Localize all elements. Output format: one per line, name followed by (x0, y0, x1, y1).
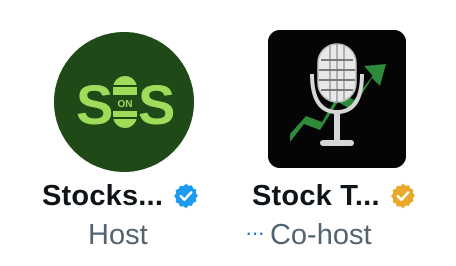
cohost-role-label: Co-host (269, 218, 372, 251)
sos-logo: S S ON (54, 32, 194, 172)
cohost-name-row: Stock T... (252, 178, 417, 214)
participant-cohost[interactable]: Stock T... ··· Co-host (228, 0, 456, 266)
verified-badge-gold-icon (389, 182, 417, 210)
host-role-row: Host (88, 217, 148, 253)
verified-badge-blue-icon (172, 182, 200, 210)
microphone-chart-logo (268, 30, 406, 168)
logo-letter-right: S (138, 73, 175, 136)
avatar-stocks-on-s[interactable]: S S ON (54, 32, 194, 172)
cohost-role-row: ··· Co-host (245, 217, 372, 253)
host-name-row: Stocks... (42, 178, 200, 214)
host-display-name[interactable]: Stocks... (42, 180, 163, 213)
spaces-participants: S S ON Stocks... Host Stock T... ··· Co-… (0, 0, 456, 266)
participant-host[interactable]: S S ON Stocks... Host (0, 0, 228, 266)
host-role-label: Host (88, 218, 148, 251)
logo-middle-text: ON (118, 99, 133, 110)
cohost-display-name[interactable]: Stock T... (252, 180, 380, 213)
ellipsis-icon[interactable]: ··· (245, 220, 265, 246)
avatar-stock-t[interactable] (268, 30, 406, 168)
logo-letter-left: S (76, 73, 113, 136)
